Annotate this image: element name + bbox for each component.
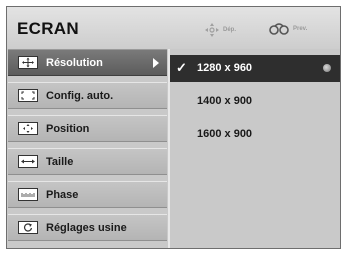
hint-move: Dép. (205, 23, 236, 37)
size-icon (18, 155, 38, 168)
sidebar-item-phase[interactable]: Phase (8, 181, 167, 208)
chevron-right-icon (153, 58, 159, 68)
option-label: 1400 x 900 (197, 95, 253, 107)
sidebar-item-label: Phase (46, 189, 79, 201)
resolution-icon (18, 56, 38, 69)
checkmark-icon: ✓ (176, 60, 187, 75)
phase-icon (18, 188, 38, 201)
menu-sidebar: Résolution Config. auto. Position Taille… (8, 49, 168, 248)
sidebar-item-reglages-usine[interactable]: Réglages usine (8, 214, 167, 241)
move-arrows-icon (205, 23, 219, 37)
sidebar-item-label: Position (46, 123, 90, 135)
menu-title: ECRAN (17, 19, 79, 38)
hint-prev: Prev. (269, 23, 307, 35)
option-1280x960[interactable]: ✓ 1280 x 960 (170, 55, 340, 82)
resolution-options: ✓ 1280 x 960 1400 x 900 1600 x 900 (170, 49, 340, 248)
option-label: 1600 x 900 (197, 128, 253, 140)
sidebar-item-config-auto[interactable]: Config. auto. (8, 82, 167, 109)
sidebar-item-label: Résolution (46, 57, 103, 69)
joystick-icon (269, 23, 289, 35)
option-1400x900[interactable]: 1400 x 900 (170, 88, 340, 115)
position-icon (18, 122, 38, 135)
sidebar-item-taille[interactable]: Taille (8, 148, 167, 175)
menu-header: ECRAN Dép. Prev. (7, 7, 340, 49)
sidebar-item-position[interactable]: Position (8, 115, 167, 142)
osd-menu-window: ECRAN Dép. Prev. Résolution Config. auto… (6, 6, 341, 249)
factory-reset-icon (18, 221, 38, 234)
option-1600x900[interactable]: 1600 x 900 (170, 121, 340, 148)
sidebar-item-label: Config. auto. (46, 90, 114, 102)
auto-config-icon (18, 89, 38, 102)
sidebar-item-label: Réglages usine (46, 222, 127, 234)
sidebar-item-resolution[interactable]: Résolution (8, 49, 167, 76)
sidebar-item-label: Taille (46, 156, 74, 168)
hint-prev-label: Prev. (293, 26, 308, 32)
option-label: 1280 x 960 (197, 62, 253, 74)
scroll-knob-icon (323, 64, 331, 72)
hint-move-label: Dép. (223, 27, 237, 33)
